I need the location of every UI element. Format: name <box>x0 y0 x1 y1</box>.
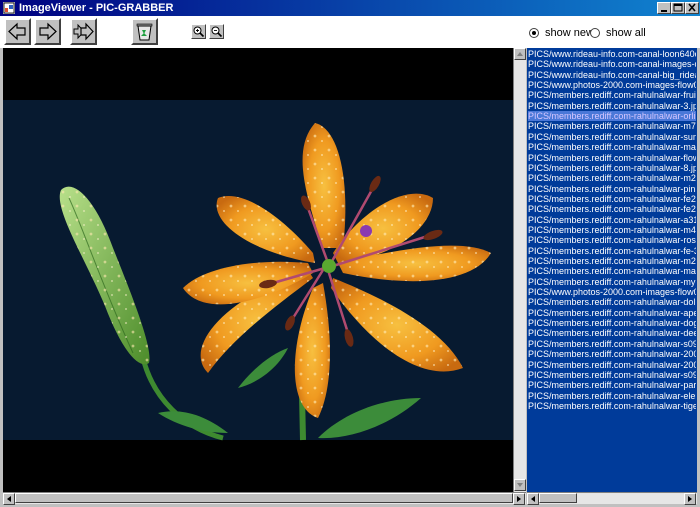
file-list-item[interactable]: PICS/members.rediff.com-rahulnalwar-myph <box>528 277 696 287</box>
arrow-right-small-icon <box>688 496 692 502</box>
file-list-item[interactable]: PICS/members.rediff.com-rahulnalwar-m73.… <box>528 121 696 131</box>
double-arrow-right-icon <box>73 22 94 41</box>
file-list[interactable]: PICS/www.rideau-info.com-canal-loon640c.… <box>527 48 697 492</box>
zoom-out-icon <box>211 26 223 38</box>
file-list-item[interactable]: PICS/members.rediff.com-rahulnalwar-tige… <box>528 401 696 411</box>
file-list-item[interactable]: PICS/members.rediff.com-rahulnalwar-ape0… <box>528 308 696 318</box>
file-list-item[interactable]: PICS/members.rediff.com-rahulnalwar-s095 <box>528 339 696 349</box>
show-new-label: show new <box>545 27 594 39</box>
orange-lily-image <box>3 100 513 441</box>
maximize-button[interactable] <box>671 2 685 14</box>
zoom-in-icon <box>193 26 205 38</box>
file-list-item[interactable]: PICS/members.rediff.com-rahulnalwar-elep… <box>528 391 696 401</box>
file-list-item[interactable]: PICS/members.rediff.com-rahulnalwar-pink… <box>528 184 696 194</box>
maximize-icon <box>673 3 683 12</box>
image-vertical-scrollbar[interactable] <box>513 48 526 492</box>
file-list-item[interactable]: PICS/members.rediff.com-rahulnalwar-2000 <box>528 349 696 359</box>
file-list-item[interactable]: PICS/members.rediff.com-rahulnalwar-fe20… <box>528 204 696 214</box>
horizontal-scroll-thumb[interactable] <box>15 493 513 503</box>
file-list-item[interactable]: PICS/www.photos-2000.com-images-flow01 <box>528 80 696 90</box>
show-new-radio[interactable] <box>529 28 539 38</box>
recycle-bin-icon <box>136 23 153 41</box>
title-bar[interactable]: ImageViewer - PIC-GRABBER <box>0 0 700 16</box>
zoom-out-button[interactable] <box>209 24 224 39</box>
fast-forward-button[interactable] <box>70 18 97 45</box>
file-list-item[interactable]: PICS/members.rediff.com-rahulnalwar-orli… <box>528 111 696 122</box>
image-viewer-window: ImageViewer - PIC-GRABBER show new show … <box>0 0 700 507</box>
arrow-left-small-icon <box>7 496 11 502</box>
file-list-item[interactable]: PICS/members.rediff.com-rahulnalwar-fe20… <box>528 194 696 204</box>
file-list-item[interactable]: PICS/members.rediff.com-rahulnalwar-deer… <box>528 328 696 338</box>
file-list-item[interactable]: PICS/www.rideau-info.com-canal-images-da <box>528 59 696 69</box>
file-list-item[interactable]: PICS/members.rediff.com-rahulnalwar-rose… <box>528 235 696 245</box>
arrow-right-small-icon <box>517 496 521 502</box>
close-icon <box>688 3 696 12</box>
toolbar: show new show all <box>0 16 700 48</box>
file-list-item[interactable]: PICS/members.rediff.com-rahulnalwar-flow… <box>528 153 696 163</box>
scroll-up-button[interactable] <box>514 48 526 60</box>
scroll-left-button[interactable] <box>3 493 15 505</box>
back-button[interactable] <box>4 18 31 45</box>
file-list-item[interactable]: PICS/members.rediff.com-rahulnalwar-mar2 <box>528 266 696 276</box>
list-scroll-left-button[interactable] <box>527 493 539 505</box>
list-scroll-thumb[interactable] <box>539 493 577 503</box>
minimize-icon <box>661 10 667 12</box>
app-icon <box>3 2 15 14</box>
file-list-item[interactable]: PICS/members.rediff.com-rahulnalwar-a31.… <box>528 215 696 225</box>
file-list-item[interactable]: PICS/members.rediff.com-rahulnalwar-m22.… <box>528 256 696 266</box>
forward-button[interactable] <box>34 18 61 45</box>
file-list-item[interactable]: PICS/members.rediff.com-rahulnalwar-frui… <box>528 90 696 100</box>
arrow-right-icon <box>39 22 57 41</box>
file-list-item[interactable]: PICS/members.rediff.com-rahulnalwar-s095 <box>528 370 696 380</box>
file-list-item[interactable]: PICS/www.rideau-info.com-canal-loon640c.… <box>528 49 696 59</box>
list-scroll-right-button[interactable] <box>684 493 696 505</box>
scroll-right-button[interactable] <box>513 493 525 505</box>
window-title: ImageViewer - PIC-GRABBER <box>19 2 174 14</box>
file-list-item[interactable]: PICS/members.rediff.com-rahulnalwar-dolp… <box>528 297 696 307</box>
list-horizontal-scrollbar[interactable] <box>527 492 697 505</box>
file-list-item[interactable]: PICS/members.rediff.com-rahulnalwar-fe-3… <box>528 246 696 256</box>
file-list-item[interactable]: PICS/www.rideau-info.com-canal-big_ridea… <box>528 70 696 80</box>
close-button[interactable] <box>685 2 699 14</box>
arrow-up-icon <box>517 52 523 56</box>
minimize-button[interactable] <box>657 2 671 14</box>
file-list-item[interactable]: PICS/members.rediff.com-rahulnalwar-m21.… <box>528 173 696 183</box>
arrow-left-small-icon <box>531 496 535 502</box>
show-all-radio[interactable] <box>590 28 600 38</box>
zoom-in-button[interactable] <box>191 24 206 39</box>
image-horizontal-scrollbar[interactable] <box>3 492 526 505</box>
file-list-item[interactable]: PICS/members.rediff.com-rahulnalwar-mar1 <box>528 142 696 152</box>
file-list-item[interactable]: PICS/members.rediff.com-rahulnalwar-8.jp… <box>528 163 696 173</box>
file-list-item[interactable]: PICS/members.rediff.com-rahulnalwar-summ <box>528 132 696 142</box>
file-list-item[interactable]: PICS/members.rediff.com-rahulnalwar-3.jp… <box>528 101 696 111</box>
show-all-label: show all <box>606 27 646 39</box>
file-list-item[interactable]: PICS/members.rediff.com-rahulnalwar-dog0 <box>528 318 696 328</box>
delete-button[interactable] <box>131 18 158 45</box>
arrow-down-icon <box>517 483 523 487</box>
arrow-left-icon <box>8 22 26 41</box>
file-list-item[interactable]: PICS/www.photos-2000.com-images-flow01 <box>528 287 696 297</box>
image-viewport <box>3 48 513 492</box>
show-all-option[interactable]: show all <box>590 26 646 40</box>
file-list-item[interactable]: PICS/members.rediff.com-rahulnalwar-parr… <box>528 380 696 390</box>
scroll-down-button[interactable] <box>514 479 526 491</box>
file-list-item[interactable]: PICS/members.rediff.com-rahulnalwar-m41.… <box>528 225 696 235</box>
show-new-option[interactable]: show new <box>529 26 594 40</box>
file-list-item[interactable]: PICS/members.rediff.com-rahulnalwar-2000 <box>528 360 696 370</box>
